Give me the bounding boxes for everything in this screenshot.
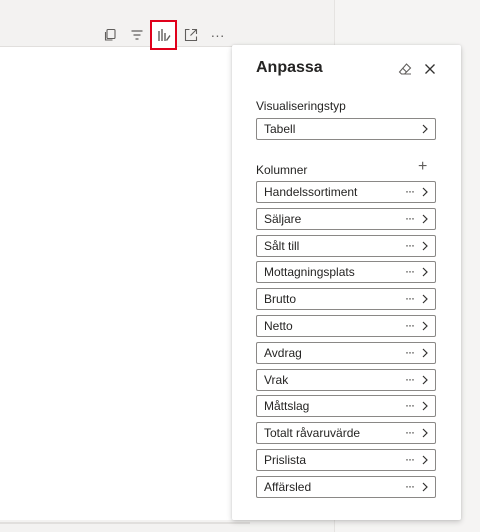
column-item[interactable]: Sålt till ···	[256, 234, 436, 257]
column-more-options-icon[interactable]: ···	[405, 425, 415, 439]
column-label: Sålt till	[264, 238, 300, 253]
focus-mode-icon[interactable]	[177, 20, 204, 50]
column-more-options-icon[interactable]: ···	[405, 372, 415, 386]
chevron-right-icon[interactable]	[419, 347, 431, 359]
column-label: Totalt råvaruvärde	[264, 426, 361, 441]
column-more-options-icon[interactable]: ···	[405, 238, 415, 252]
columns-label: Kolumner	[256, 163, 308, 177]
visualization-type-label: Visualiseringstyp	[256, 99, 346, 113]
canvas-divider	[0, 522, 250, 524]
visualization-type-select[interactable]: Tabell	[256, 118, 436, 140]
chevron-right-icon[interactable]	[419, 213, 431, 225]
column-item[interactable]: Netto ···	[256, 314, 436, 337]
column-label: Mottagningsplats	[264, 265, 355, 280]
column-label: Netto	[264, 318, 293, 333]
column-item[interactable]: Säljare ···	[256, 207, 436, 230]
column-more-options-icon[interactable]: ···	[405, 264, 415, 278]
copy-icon[interactable]	[96, 20, 123, 50]
chevron-right-icon[interactable]	[419, 186, 431, 198]
filter-icon[interactable]	[123, 20, 150, 50]
close-icon[interactable]	[423, 62, 437, 76]
column-item[interactable]: Vrak ···	[256, 368, 436, 391]
column-label: Prislista	[264, 452, 307, 467]
chevron-right-icon[interactable]	[419, 374, 431, 386]
report-canvas: ···	[0, 0, 252, 532]
column-more-options-icon[interactable]: ···	[405, 398, 415, 412]
chevron-right-icon[interactable]	[419, 427, 431, 439]
column-more-options-icon[interactable]: ···	[405, 211, 415, 225]
chevron-right-icon[interactable]	[419, 240, 431, 252]
column-item[interactable]: Affärsled ···	[256, 475, 436, 498]
column-label: Avdrag	[264, 345, 302, 360]
customize-pane: Anpassa Visualiseringstyp Tabell Kolumne…	[232, 45, 461, 520]
customize-visual-icon[interactable]	[150, 20, 177, 50]
column-more-options-icon[interactable]: ···	[405, 291, 415, 305]
column-more-options-icon[interactable]: ···	[405, 318, 415, 332]
column-more-options-icon[interactable]: ···	[405, 184, 415, 198]
chevron-right-icon[interactable]	[419, 320, 431, 332]
column-item[interactable]: Mottagningsplats ···	[256, 261, 436, 284]
chevron-right-icon	[419, 123, 431, 135]
column-item[interactable]: Totalt råvaruvärde ···	[256, 422, 436, 445]
chevron-right-icon[interactable]	[419, 400, 431, 412]
chevron-right-icon[interactable]	[419, 454, 431, 466]
column-item[interactable]: Brutto ···	[256, 288, 436, 311]
column-label: Brutto	[264, 292, 297, 307]
chevron-right-icon[interactable]	[419, 481, 431, 493]
visualization-type-value: Tabell	[264, 122, 296, 136]
column-label: Handelssortiment	[264, 185, 358, 199]
add-column-icon[interactable]: +	[418, 159, 427, 175]
visual-header: ···	[96, 20, 231, 50]
column-label: Säljare	[264, 211, 302, 226]
column-more-options-icon[interactable]: ···	[405, 479, 415, 493]
column-item[interactable]: Avdrag ···	[256, 341, 436, 364]
more-options-icon[interactable]: ···	[204, 20, 231, 50]
pane-title: Anpassa	[256, 59, 323, 76]
column-more-options-icon[interactable]: ···	[405, 345, 415, 359]
eraser-icon[interactable]	[398, 62, 412, 76]
visual-container[interactable]	[0, 46, 250, 520]
column-item[interactable]: Prislista ···	[256, 448, 436, 471]
columns-list: Handelssortiment ··· Säljare ··· Sålt till ··…	[256, 181, 436, 503]
chevron-right-icon[interactable]	[419, 266, 431, 278]
column-label: Måttslag	[264, 399, 310, 414]
column-item[interactable]: Handelssortiment ···	[256, 181, 436, 203]
column-more-options-icon[interactable]: ···	[405, 452, 415, 466]
column-label: Vrak	[264, 372, 289, 387]
column-item[interactable]: Måttslag ···	[256, 395, 436, 418]
chevron-right-icon[interactable]	[419, 293, 431, 305]
column-label: Affärsled	[264, 479, 312, 494]
